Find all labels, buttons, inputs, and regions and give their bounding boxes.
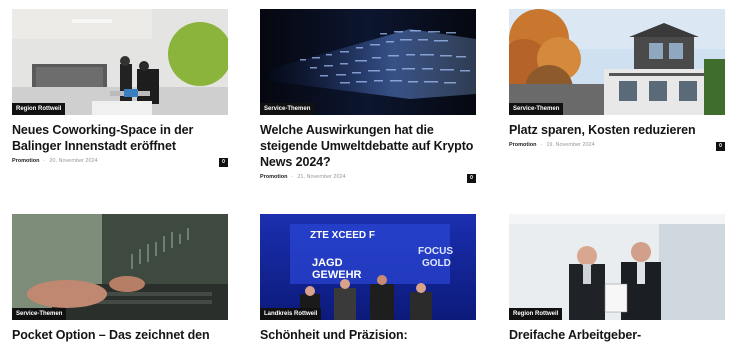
meta-separator: -: [43, 158, 46, 164]
article-image[interactable]: Service-Themen: [12, 214, 228, 320]
award-handover-photo: [509, 214, 725, 320]
banner-text: GOLD: [422, 258, 451, 269]
award-ceremony-photo: ZTE XCEED F JAGD GEWEHR FOCUS GOLD: [260, 214, 476, 320]
article-meta: Promotion -19. November 2024 0: [509, 142, 725, 154]
category-tag[interactable]: Region Rottweil: [509, 308, 563, 320]
article-image[interactable]: Region Rottweil: [509, 214, 725, 320]
category-tag[interactable]: Service-Themen: [509, 103, 564, 115]
article-title[interactable]: Schönheit und Präzision:: [260, 327, 476, 343]
crypto-code-photo: [260, 9, 476, 115]
article-title[interactable]: Neues Coworking-Space in der Balinger In…: [12, 122, 228, 154]
article-title[interactable]: Dreifache Arbeitgeber-: [509, 327, 725, 343]
article-meta: Promotion -20. November 2024 0: [12, 158, 228, 170]
article-author[interactable]: Promotion: [12, 158, 40, 164]
category-tag[interactable]: Service-Themen: [12, 308, 67, 320]
article-date: 20. November 2024: [49, 158, 98, 164]
banner-text: GEWEHR: [312, 269, 362, 281]
article-image[interactable]: ZTE XCEED F JAGD GEWEHR FOCUS GOLD Landk…: [260, 214, 476, 320]
banner-text: FOCUS: [418, 246, 453, 257]
article-title[interactable]: Platz sparen, Kosten reduzieren: [509, 122, 725, 138]
article-title[interactable]: Welche Auswirkungen hat die steigende Um…: [260, 122, 476, 170]
article-date: 21. November 2024: [297, 174, 346, 180]
comment-count-badge[interactable]: 0: [716, 142, 725, 151]
article-card[interactable]: Service-Themen Platz sparen, Kosten redu…: [509, 9, 725, 154]
article-date: 19. November 2024: [546, 142, 595, 148]
coworking-photo: [12, 9, 228, 115]
banner-text: ZTE XCEED F: [310, 230, 375, 241]
article-image[interactable]: Region Rottweil: [12, 9, 228, 115]
house-photo: [509, 9, 725, 115]
article-card[interactable]: Region Rottweil Neues Coworking-Space in…: [12, 9, 228, 170]
article-title[interactable]: Pocket Option – Das zeichnet den: [12, 327, 228, 343]
comment-count-badge[interactable]: 0: [467, 174, 476, 183]
article-author[interactable]: Promotion: [260, 174, 288, 180]
article-image[interactable]: Service-Themen: [260, 9, 476, 115]
meta-separator: -: [291, 174, 294, 180]
article-image[interactable]: Service-Themen: [509, 9, 725, 115]
meta-separator: -: [540, 142, 543, 148]
comment-count-badge[interactable]: 0: [219, 158, 228, 167]
category-tag[interactable]: Landkreis Rottweil: [260, 308, 322, 320]
category-tag[interactable]: Service-Themen: [260, 103, 315, 115]
article-card[interactable]: Region Rottweil Dreifache Arbeitgeber-: [509, 214, 725, 343]
trading-laptop-photo: [12, 214, 228, 320]
article-card[interactable]: Service-Themen Pocket Option – Das zeich…: [12, 214, 228, 343]
article-card[interactable]: Service-Themen Welche Auswirkungen hat d…: [260, 9, 476, 186]
article-meta: Promotion -21. November 2024 0: [260, 174, 476, 186]
article-card[interactable]: ZTE XCEED F JAGD GEWEHR FOCUS GOLD Landk…: [260, 214, 476, 343]
category-tag[interactable]: Region Rottweil: [12, 103, 66, 115]
article-author[interactable]: Promotion: [509, 142, 537, 148]
banner-text: JAGD: [312, 257, 343, 269]
